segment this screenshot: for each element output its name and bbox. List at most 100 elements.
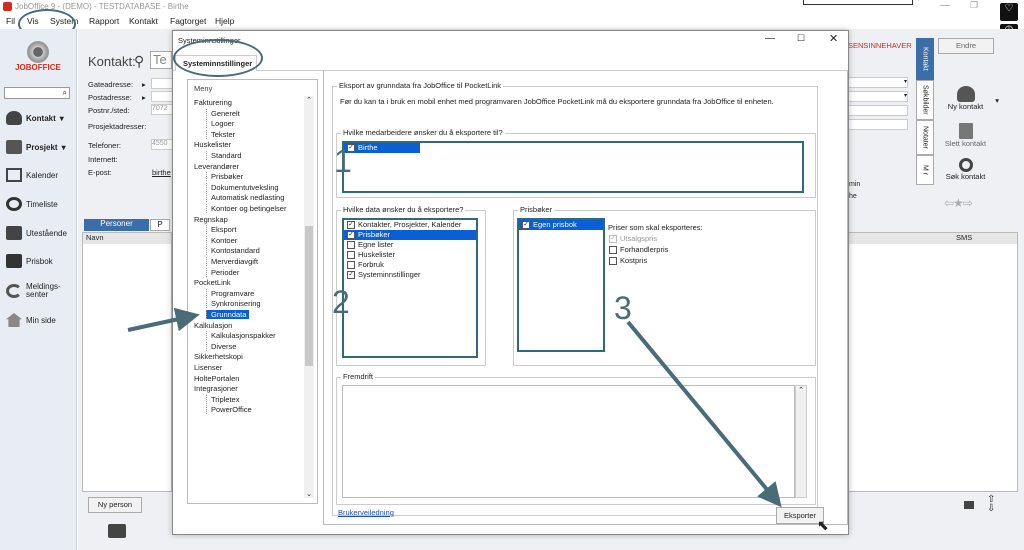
price-option[interactable]: Forhandlerpris [609,245,729,256]
postadresse-field[interactable] [151,91,173,102]
tree-item[interactable]: Fakturering [194,98,232,107]
tree-item[interactable]: PowerOffice [206,405,252,415]
tree-item[interactable]: Programvare [206,288,254,298]
right-field-1[interactable]: ▾ [848,77,908,88]
tree-item[interactable]: Sikkerhetskopi [194,352,243,361]
sok-kontakt-button[interactable]: Søk kontakt [938,158,993,181]
data-item-row[interactable]: ✓ Prisbøker [344,230,476,240]
data-item-row[interactable]: ✓ Systeminnstillinger [344,270,476,280]
tree-item[interactable]: Automatisk nedlasting [206,193,284,203]
tab-sokbilder[interactable]: Søkbilder [916,80,934,120]
checkbox[interactable]: ✓ [347,231,355,240]
data-item-row[interactable]: ✓ Kontakter, Prosjekter, Kalender [344,220,476,230]
print-icon[interactable] [964,501,974,509]
scrollbar-thumb[interactable] [305,226,313,366]
tree-item[interactable]: Synkronisering [206,299,261,309]
data-list[interactable]: ✓ Kontakter, Prosjekter, Kalender ✓ Prisbøk… [342,218,478,358]
gateadresse-field[interactable] [151,78,173,89]
checkbox[interactable] [347,251,355,260]
nav-utestaende[interactable]: Utestående [6,223,67,243]
tree-item[interactable]: Perioder [206,267,239,277]
progress-scrollbar[interactable]: ⌃ [795,385,807,498]
tree-item[interactable]: Tripletex [206,394,239,404]
search-icon[interactable]: ⚲ [134,53,144,70]
epost-link[interactable]: birthe [152,168,171,177]
pricebooks-list[interactable]: ✓ Egen prisbok [517,218,605,352]
tree-item[interactable]: Huskelister [194,140,231,149]
folder-icon[interactable] [108,524,126,538]
tab-notater[interactable]: Notater [916,120,934,155]
tree-item[interactable]: PocketLink [194,278,231,287]
telefon-field[interactable]: 4550 [151,139,173,150]
tab-kontakt-side[interactable]: Kontakt [916,38,934,80]
right-field-3[interactable] [848,105,908,116]
tree-item[interactable]: Merverdiavgift [206,257,258,266]
endre-button[interactable]: Endre [938,38,994,54]
checkbox[interactable] [347,241,355,250]
menu-hjelp[interactable]: Hjelp [215,16,234,26]
tab-personer[interactable]: Personer [84,219,149,231]
tree-item[interactable]: HoltePortalen [194,374,239,383]
tree-item[interactable]: Logoer [206,119,234,129]
checkbox[interactable] [347,261,355,270]
minimize-icon[interactable]: — [940,0,950,11]
price-option[interactable]: Kostpris [609,256,729,267]
checkbox[interactable] [609,246,617,255]
tree-item[interactable]: Generelt [206,108,240,118]
data-item-row[interactable]: Egne lister [344,240,476,250]
tree-item[interactable]: Kalkulasjon [194,321,232,330]
menu-kontakt[interactable]: Kontakt [129,16,158,26]
nav-timeliste[interactable]: Timeliste [6,194,58,214]
sort-arrows-icon[interactable]: ⇧ ⇩ [987,495,995,514]
tab-m-r[interactable]: M r [916,155,934,185]
checkbox[interactable] [609,257,617,266]
nav-meldingssenter[interactable]: Meldings- senter [6,279,61,303]
nav-arrows-star-icon[interactable]: ⇦★⇨ [944,196,973,210]
tree-item[interactable]: Diverse [206,341,236,351]
nav-kontakt[interactable]: Kontakt ▾ [6,108,64,128]
tree-item[interactable]: Eksport [206,225,236,235]
ny-kontakt-button[interactable]: Ny kontakt ▾ [938,86,999,111]
dialog-close-icon[interactable]: ✕ [829,32,838,45]
tree-item[interactable]: Kontoer [206,235,237,245]
data-item-row[interactable]: Huskelister [344,250,476,260]
tree-item[interactable]: Integrasjoner [194,384,238,393]
postnr-field[interactable]: 7072 [151,104,173,115]
search-icon[interactable]: ⌕ [63,88,67,98]
right-field-4[interactable] [848,119,908,130]
tree-item[interactable]: Leverandører [194,162,239,171]
tab-p[interactable]: P [150,219,170,231]
menu-rapport[interactable]: Rapport [89,16,119,26]
guide-link[interactable]: Brukerveiledning [338,508,394,517]
pricebook-row[interactable]: ✓ Egen prisbok [519,220,603,230]
tree-item[interactable]: Tekster [206,129,235,139]
slett-kontakt-button[interactable]: Slett kontakt [938,123,993,148]
maximize-icon[interactable]: ❐ [970,0,978,11]
tree-item[interactable]: Grunndata [206,310,250,319]
tree-item[interactable]: Prisbøker [206,172,243,182]
tree-item[interactable]: Lisenser [194,363,222,372]
new-person-button[interactable]: Ny person [88,497,142,513]
tree-item[interactable]: Kontoer og betingelser [206,204,286,213]
heart-icon[interactable]: ♡ [1000,3,1018,21]
tree-item[interactable]: Standard [206,151,241,160]
employee-row[interactable]: ✓ Birthe [344,143,420,153]
nav-kalender[interactable]: Kalender [6,165,58,185]
tree-item[interactable]: Regnskap [194,215,228,224]
price-option[interactable]: ✓ Utsalgspris [609,234,729,245]
checkbox[interactable]: ✓ [609,235,617,244]
tree-item[interactable]: Kontostandard [206,246,260,256]
nav-prosjekt[interactable]: Prosjekt ▾ [6,137,66,157]
dialog-maximize-icon[interactable]: ☐ [797,33,805,44]
dialog-minimize-icon[interactable]: — [765,33,775,44]
nav-search-input[interactable]: ⌕ [4,87,70,99]
menu-fil[interactable]: Fil [6,16,15,26]
contact-name-input[interactable]: Te [150,51,172,69]
nav-prisbok[interactable]: Prisbok [6,251,53,271]
nav-min-side[interactable]: Min side [6,310,56,330]
menu-fagtorget[interactable]: Fagtorget [170,16,206,26]
employees-list[interactable]: ✓ Birthe [342,141,804,193]
data-item-row[interactable]: Forbruk [344,260,476,270]
tree-item[interactable]: Dokumentutveksling [206,182,279,192]
tree-scrollbar[interactable]: ⌃ ⌄ [304,96,314,498]
